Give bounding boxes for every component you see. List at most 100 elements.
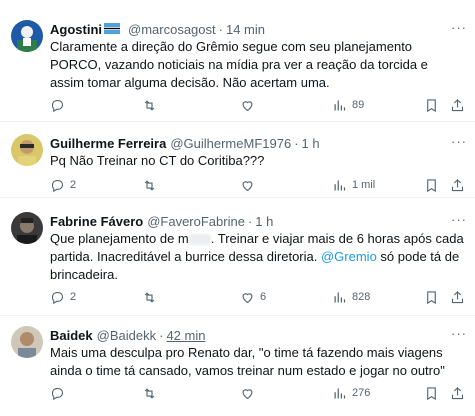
separator: · [218, 21, 223, 37]
tweet-text: Que planejamento de m. Treinar e viajar … [50, 230, 465, 284]
like-button[interactable] [240, 384, 260, 402]
separator: · [294, 135, 299, 151]
tweet-header: Guilherme Ferreira @GuilhermeMF1976 · 1 … [50, 134, 467, 152]
share-button[interactable] [450, 384, 465, 402]
timestamp[interactable]: 14 min [226, 22, 265, 37]
share-button[interactable] [450, 288, 465, 306]
tweet[interactable]: Guilherme Ferreira @GuilhermeMF1976 · 1 … [0, 122, 475, 198]
retweet-icon [144, 291, 155, 303]
share-icon [451, 98, 464, 111]
like-icon [242, 292, 253, 303]
reply-icon [51, 179, 64, 192]
reply-icon [51, 291, 64, 304]
view-count: 828 [352, 291, 371, 303]
avatar[interactable] [11, 20, 43, 52]
mention-link[interactable]: @Gremio [321, 249, 377, 264]
like-button[interactable] [240, 96, 260, 114]
bookmark-icon [427, 386, 436, 400]
bookmark-button[interactable] [424, 384, 439, 402]
tweet[interactable]: Baidek @Baidekk · 42 min ··· Mais uma de… [0, 316, 475, 416]
tweet[interactable]: Agostini @marcosagost · 14 min ··· Clara… [0, 0, 475, 122]
views-icon [334, 180, 346, 190]
reply-button[interactable]: 2 [50, 288, 76, 306]
avatar[interactable] [11, 326, 43, 358]
reply-icon [51, 387, 64, 400]
like-icon [242, 180, 253, 191]
author-name[interactable]: Fabrine Fávero [50, 214, 143, 229]
views-button[interactable]: 89 [332, 96, 364, 114]
view-count: 276 [352, 387, 371, 399]
like-count: 6 [260, 291, 267, 303]
bookmark-icon [427, 98, 436, 112]
like-button[interactable] [240, 176, 260, 194]
censored-word [188, 234, 211, 246]
tweet-header: Fabrine Fávero @FaveroFabrine · 1 h [50, 212, 467, 230]
bookmark-icon [427, 290, 436, 304]
retweet-button[interactable] [142, 96, 162, 114]
text-part: Que planejamento de m [50, 231, 189, 246]
reply-button[interactable] [50, 96, 70, 114]
views-icon [334, 388, 346, 398]
retweet-icon [144, 179, 155, 191]
retweet-button[interactable] [142, 176, 162, 194]
view-count: 89 [352, 99, 365, 111]
avatar[interactable] [11, 134, 43, 166]
reply-count: 2 [70, 179, 77, 191]
reply-feed: Agostini @marcosagost · 14 min ··· Clara… [0, 0, 475, 416]
separator: · [159, 327, 164, 343]
more-icon[interactable]: ··· [451, 20, 467, 35]
author-handle[interactable]: @Baidekk [97, 328, 156, 343]
author-name[interactable]: Agostini [50, 22, 102, 37]
avatar[interactable] [11, 212, 43, 244]
tweet-header: Agostini @marcosagost · 14 min [50, 20, 467, 38]
retweet-icon [144, 387, 155, 399]
tweet-text: Mais uma desculpa pro Renato dar, "o tim… [50, 345, 445, 378]
separator: · [247, 213, 253, 229]
share-icon [451, 290, 464, 303]
reply-icon [51, 99, 64, 112]
author-name[interactable]: Baidek [50, 328, 93, 343]
action-bar: 89 [50, 96, 467, 114]
like-icon [242, 100, 253, 111]
tweet[interactable]: Fabrine Fávero @FaveroFabrine · 1 h ··· … [0, 198, 475, 316]
more-icon[interactable]: ··· [451, 212, 467, 227]
share-icon [451, 178, 464, 191]
bookmark-button[interactable] [424, 96, 439, 114]
reply-button[interactable]: 2 [50, 176, 76, 194]
like-icon [242, 388, 253, 399]
more-icon[interactable]: ··· [451, 326, 467, 341]
views-button[interactable]: 1 mil [332, 176, 375, 194]
retweet-icon [144, 99, 155, 111]
share-button[interactable] [450, 96, 465, 114]
tweet-header: Baidek @Baidekk · 42 min [50, 326, 467, 344]
tweet-text: Claramente a direção do Grêmio segue com… [50, 39, 428, 90]
more-icon[interactable]: ··· [451, 134, 467, 149]
bookmark-button[interactable] [424, 288, 439, 306]
retweet-button[interactable] [142, 288, 162, 306]
bookmark-button[interactable] [424, 176, 439, 194]
author-handle[interactable]: @marcosagost [128, 22, 216, 37]
bookmark-icon [427, 178, 436, 192]
retweet-button[interactable] [142, 384, 162, 402]
views-button[interactable]: 276 [332, 384, 370, 402]
views-icon [334, 292, 346, 302]
timestamp[interactable]: 1 h [255, 214, 273, 229]
timestamp[interactable]: 42 min [166, 328, 205, 343]
flag-icon [104, 22, 120, 37]
tweet-text: Pq Não Treinar no CT do Coritiba??? [50, 153, 265, 168]
share-icon [451, 386, 464, 399]
author-handle[interactable]: @GuilhermeMF1976 [170, 136, 291, 151]
author-name[interactable]: Guilherme Ferreira [50, 136, 166, 151]
like-button[interactable]: 6 [240, 288, 266, 306]
view-count: 1 mil [352, 179, 376, 191]
share-button[interactable] [450, 176, 465, 194]
action-bar: 2 6 828 [50, 288, 467, 306]
action-bar: 2 1 mil [50, 176, 467, 194]
author-handle[interactable]: @FaveroFabrine [147, 214, 245, 229]
reply-button[interactable] [50, 384, 70, 402]
timestamp[interactable]: 1 h [302, 136, 320, 151]
views-icon [334, 100, 346, 110]
action-bar: 276 [50, 384, 467, 402]
views-button[interactable]: 828 [332, 288, 370, 306]
reply-count: 2 [70, 291, 77, 303]
